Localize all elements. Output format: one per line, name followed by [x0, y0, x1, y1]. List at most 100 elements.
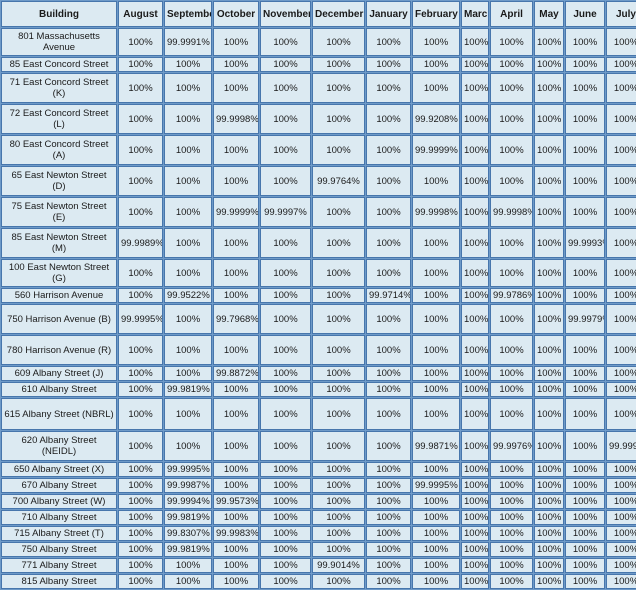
uptime-cell[interactable]: 100%	[490, 366, 533, 381]
uptime-cell[interactable]: 100%	[534, 431, 564, 461]
uptime-cell[interactable]: 100%	[213, 431, 259, 461]
uptime-cell[interactable]: 100%	[461, 382, 489, 397]
uptime-cell[interactable]: 100%	[461, 398, 489, 430]
uptime-cell[interactable]: 100%	[490, 462, 533, 477]
building-name-cell[interactable]: 85 East Concord Street	[1, 57, 117, 72]
uptime-cell[interactable]: 100%	[461, 259, 489, 287]
building-name-cell[interactable]: 609 Albany Street (J)	[1, 366, 117, 381]
uptime-cell[interactable]: 100%	[260, 335, 311, 365]
column-header-month[interactable]: April	[490, 1, 533, 27]
uptime-cell[interactable]: 100%	[490, 510, 533, 525]
uptime-cell[interactable]: 100%	[490, 135, 533, 165]
uptime-cell[interactable]: 100%	[461, 104, 489, 134]
uptime-cell[interactable]: 100%	[118, 542, 163, 557]
uptime-cell[interactable]: 100%	[412, 73, 460, 103]
uptime-cell[interactable]: 100%	[565, 73, 605, 103]
uptime-cell[interactable]: 100%	[565, 494, 605, 509]
column-header-month[interactable]: March	[461, 1, 489, 27]
uptime-cell[interactable]: 100%	[461, 197, 489, 227]
uptime-cell[interactable]: 100%	[461, 558, 489, 573]
uptime-cell[interactable]: 100%	[118, 335, 163, 365]
uptime-cell[interactable]: 100%	[606, 104, 636, 134]
building-name-cell[interactable]: 100 East Newton Street (G)	[1, 259, 117, 287]
uptime-cell[interactable]: 100%	[164, 574, 212, 589]
uptime-cell[interactable]: 100%	[461, 28, 489, 56]
uptime-cell[interactable]: 100%	[534, 382, 564, 397]
uptime-cell[interactable]: 100%	[490, 228, 533, 258]
uptime-cell[interactable]: 100%	[565, 197, 605, 227]
uptime-cell[interactable]: 100%	[461, 57, 489, 72]
uptime-cell[interactable]: 100%	[164, 304, 212, 334]
uptime-cell[interactable]: 100%	[534, 57, 564, 72]
uptime-cell[interactable]: 99.9995%	[412, 478, 460, 493]
uptime-cell[interactable]: 100%	[412, 558, 460, 573]
uptime-cell[interactable]: 100%	[412, 542, 460, 557]
uptime-cell[interactable]: 100%	[412, 462, 460, 477]
uptime-cell[interactable]: 100%	[312, 28, 365, 56]
uptime-cell[interactable]: 100%	[164, 135, 212, 165]
uptime-cell[interactable]: 100%	[366, 398, 411, 430]
uptime-cell[interactable]: 100%	[164, 431, 212, 461]
uptime-cell[interactable]: 100%	[490, 166, 533, 196]
uptime-cell[interactable]: 100%	[260, 288, 311, 303]
uptime-cell[interactable]: 100%	[565, 166, 605, 196]
uptime-cell[interactable]: 100%	[260, 462, 311, 477]
column-header-month[interactable]: July	[606, 1, 636, 27]
uptime-cell[interactable]: 99.9979%	[565, 304, 605, 334]
uptime-cell[interactable]: 100%	[366, 57, 411, 72]
uptime-cell[interactable]: 100%	[490, 28, 533, 56]
uptime-cell[interactable]: 100%	[260, 510, 311, 525]
uptime-cell[interactable]: 100%	[312, 462, 365, 477]
uptime-cell[interactable]: 100%	[312, 542, 365, 557]
uptime-cell[interactable]: 100%	[312, 382, 365, 397]
uptime-cell[interactable]: 99.9993%	[565, 228, 605, 258]
uptime-cell[interactable]: 100%	[412, 398, 460, 430]
building-name-cell[interactable]: 710 Albany Street	[1, 510, 117, 525]
column-header-building[interactable]: Building	[1, 1, 117, 27]
uptime-cell[interactable]: 100%	[213, 398, 259, 430]
uptime-cell[interactable]: 100%	[534, 366, 564, 381]
uptime-cell[interactable]: 100%	[534, 135, 564, 165]
uptime-cell[interactable]: 100%	[534, 304, 564, 334]
uptime-cell[interactable]: 100%	[606, 28, 636, 56]
building-name-cell[interactable]: 801 Massachusetts Avenue	[1, 28, 117, 56]
uptime-cell[interactable]: 100%	[565, 431, 605, 461]
uptime-cell[interactable]: 100%	[213, 558, 259, 573]
building-name-cell[interactable]: 65 East Newton Street (D)	[1, 166, 117, 196]
uptime-cell[interactable]: 99.9997%	[260, 197, 311, 227]
uptime-cell[interactable]: 100%	[312, 398, 365, 430]
uptime-cell[interactable]: 100%	[565, 335, 605, 365]
uptime-cell[interactable]: 99.9976%	[490, 431, 533, 461]
uptime-cell[interactable]: 100%	[366, 574, 411, 589]
building-name-cell[interactable]: 620 Albany Street (NEIDL)	[1, 431, 117, 461]
building-name-cell[interactable]: 75 East Newton Street (E)	[1, 197, 117, 227]
uptime-cell[interactable]: 100%	[164, 197, 212, 227]
uptime-cell[interactable]: 100%	[164, 335, 212, 365]
uptime-cell[interactable]: 100%	[412, 57, 460, 72]
uptime-cell[interactable]: 100%	[490, 57, 533, 72]
uptime-cell[interactable]: 100%	[606, 478, 636, 493]
building-name-cell[interactable]: 750 Albany Street	[1, 542, 117, 557]
building-name-cell[interactable]: 610 Albany Street	[1, 382, 117, 397]
building-name-cell[interactable]: 615 Albany Street (NBRL)	[1, 398, 117, 430]
uptime-cell[interactable]: 100%	[118, 494, 163, 509]
uptime-cell[interactable]: 100%	[490, 398, 533, 430]
uptime-cell[interactable]: 99.9871%	[412, 431, 460, 461]
uptime-cell[interactable]: 99.7968%	[213, 304, 259, 334]
uptime-cell[interactable]: 99.9573%	[213, 494, 259, 509]
uptime-cell[interactable]: 100%	[534, 335, 564, 365]
uptime-cell[interactable]: 100%	[412, 335, 460, 365]
uptime-cell[interactable]: 100%	[606, 494, 636, 509]
uptime-cell[interactable]: 100%	[565, 558, 605, 573]
uptime-cell[interactable]: 100%	[312, 478, 365, 493]
uptime-cell[interactable]: 100%	[260, 431, 311, 461]
uptime-cell[interactable]: 99.9998%	[490, 197, 533, 227]
uptime-cell[interactable]: 100%	[213, 478, 259, 493]
uptime-cell[interactable]: 100%	[606, 166, 636, 196]
uptime-cell[interactable]: 100%	[312, 57, 365, 72]
uptime-cell[interactable]: 100%	[260, 259, 311, 287]
uptime-cell[interactable]: 100%	[260, 398, 311, 430]
uptime-cell[interactable]: 100%	[366, 462, 411, 477]
uptime-cell[interactable]: 100%	[118, 104, 163, 134]
building-name-cell[interactable]: 670 Albany Street	[1, 478, 117, 493]
